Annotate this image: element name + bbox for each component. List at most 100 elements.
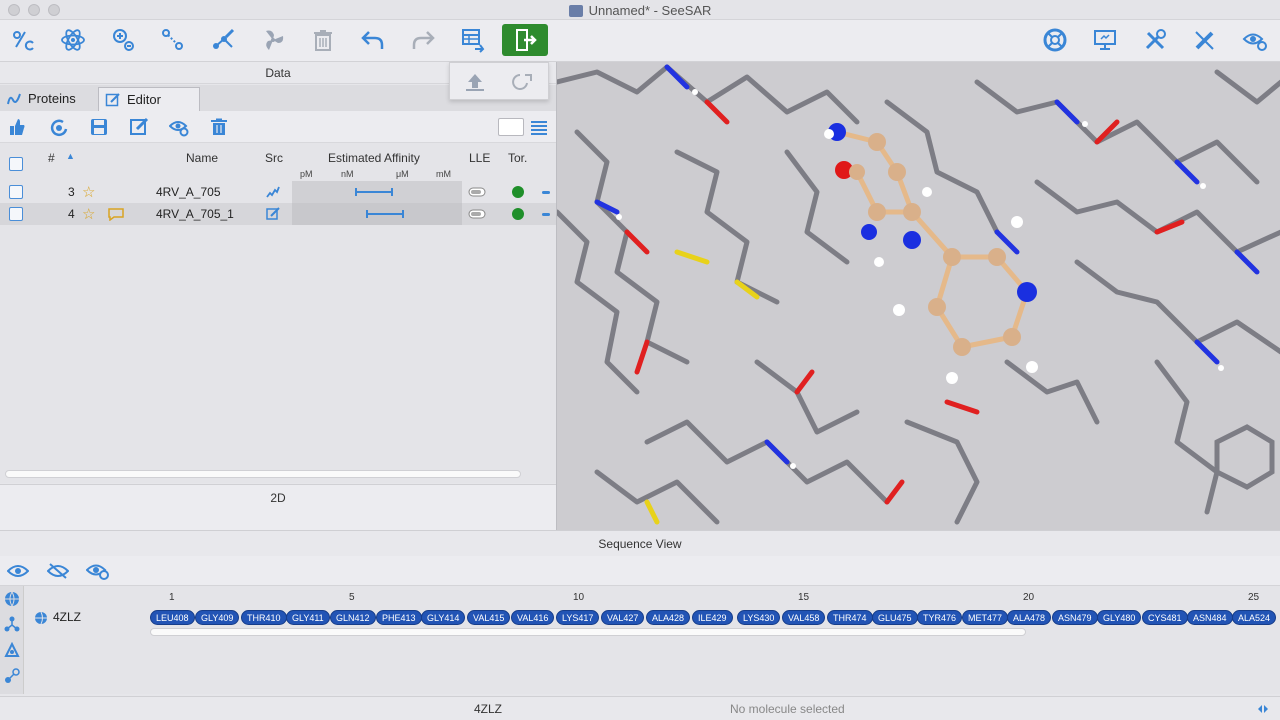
- table-row[interactable]: 3 ☆ 4RV_A_705: [0, 181, 556, 203]
- star-icon[interactable]: ☆: [82, 205, 95, 223]
- row-checkbox[interactable]: [9, 185, 23, 199]
- residue-pill[interactable]: THR410: [241, 610, 287, 625]
- residue-pill[interactable]: GLY480: [1097, 610, 1142, 625]
- edit-molecule-button[interactable]: [128, 116, 150, 138]
- redo-icon: [412, 31, 435, 49]
- column-header-affinity[interactable]: Estimated Affinity: [328, 151, 420, 165]
- chain-name[interactable]: 4ZLZ: [53, 610, 81, 624]
- molecule-edit-button[interactable]: [206, 24, 240, 56]
- row-name: 4RV_A_705_1: [156, 207, 234, 221]
- undo-button[interactable]: [356, 24, 390, 56]
- column-header-index[interactable]: #: [48, 151, 55, 165]
- residue-pill[interactable]: LYS430: [737, 610, 781, 625]
- residue-pill[interactable]: GLY411: [286, 610, 330, 625]
- residue-pill[interactable]: ALA524: [1232, 610, 1277, 625]
- tools-button[interactable]: [1138, 24, 1172, 56]
- residue-pill[interactable]: GLY414: [421, 610, 466, 625]
- delete-entry-button[interactable]: [208, 116, 230, 138]
- row-checkbox[interactable]: [9, 207, 23, 221]
- residue-pill[interactable]: VAL415: [467, 610, 511, 625]
- draw-settings-button[interactable]: [1188, 24, 1222, 56]
- status-bar: 4ZLZ No molecule selected: [0, 696, 1280, 720]
- lle-indicator-icon: [468, 209, 486, 219]
- residue-pill[interactable]: VAL427: [601, 610, 645, 625]
- residue-pill[interactable]: VAL458: [782, 610, 826, 625]
- delete-button[interactable]: [306, 24, 340, 56]
- tab-proteins[interactable]: Proteins: [0, 87, 96, 111]
- upload-icon: [466, 74, 484, 91]
- save-button[interactable]: [88, 116, 110, 138]
- lifebuoy-icon: [1043, 28, 1067, 52]
- column-header-lle[interactable]: LLE: [469, 151, 490, 165]
- residue-pill[interactable]: GLN412: [330, 610, 376, 625]
- residue-pill[interactable]: CYS481: [1142, 610, 1188, 625]
- visibility-settings-button[interactable]: [86, 560, 110, 582]
- show-all-button[interactable]: [6, 560, 30, 582]
- expand-arrows-icon[interactable]: [1257, 703, 1269, 715]
- residue-pill[interactable]: TYR476: [917, 610, 963, 625]
- ligand-view-button[interactable]: [2, 666, 22, 686]
- zoom-add-button[interactable]: [106, 24, 140, 56]
- globe-view-button[interactable]: [2, 589, 22, 609]
- presentation-button[interactable]: [1088, 24, 1122, 56]
- view-settings-button[interactable]: [1238, 24, 1272, 56]
- redo-button[interactable]: [406, 24, 440, 56]
- row-marker: [542, 213, 550, 216]
- exit-session-button[interactable]: [502, 24, 548, 56]
- residue-pill[interactable]: GLY409: [195, 610, 240, 625]
- column-header-src[interactable]: Src: [265, 151, 283, 165]
- monitor-icon: [1094, 30, 1116, 50]
- molecule-table: # ▲ Name Src Estimated Affinity pM nM μM…: [0, 143, 556, 483]
- affinity-unit: nM: [341, 169, 354, 179]
- residue-pill[interactable]: ASN484: [1187, 610, 1233, 625]
- sequence-view-header: Sequence View: [0, 530, 1280, 556]
- help-button[interactable]: [1038, 24, 1072, 56]
- residue-pill[interactable]: GLU475: [872, 610, 918, 625]
- residue-pill[interactable]: VAL416: [511, 610, 555, 625]
- pocket-view-button[interactable]: [2, 640, 22, 660]
- residue-pill[interactable]: ASN479: [1052, 610, 1098, 625]
- upload-option[interactable]: [460, 68, 490, 96]
- torsion-status-indicator: [512, 208, 524, 220]
- atom-icon: [61, 29, 85, 51]
- residue-pill[interactable]: ALA428: [646, 610, 691, 625]
- trash-icon: [314, 30, 332, 51]
- percent-calc-button[interactable]: [6, 24, 40, 56]
- residue-pill[interactable]: ILE429: [692, 610, 733, 625]
- column-header-tor[interactable]: Tor.: [508, 151, 527, 165]
- sequence-position-tick: 20: [1023, 592, 1035, 603]
- residue-pill[interactable]: LEU408: [150, 610, 195, 625]
- list-view-toggle[interactable]: [528, 116, 550, 138]
- residue-pill[interactable]: LYS417: [556, 610, 600, 625]
- globe-icon: [5, 591, 19, 607]
- residue-pill[interactable]: THR474: [827, 610, 873, 625]
- bond-tool-button[interactable]: [156, 24, 190, 56]
- table-row[interactable]: 4 ☆ 4RV_A_705_1: [0, 203, 556, 225]
- title-bar: Unnamed* - SeeSAR: [0, 0, 1280, 20]
- plus-minus-icon: [113, 29, 134, 51]
- tab-editor[interactable]: Editor: [98, 87, 200, 111]
- atom-mode-button[interactable]: [56, 24, 90, 56]
- molecule-3d-viewport[interactable]: [556, 62, 1280, 530]
- export-molecule-option[interactable]: [508, 68, 538, 96]
- comment-icon[interactable]: [108, 208, 124, 221]
- chain-view-button[interactable]: [2, 614, 22, 634]
- view-settings-button[interactable]: [168, 116, 190, 138]
- table-export-button[interactable]: [456, 24, 490, 56]
- hide-all-button[interactable]: [46, 560, 70, 582]
- select-all-checkbox[interactable]: [9, 157, 23, 171]
- sequence-horizontal-scrollbar[interactable]: [150, 628, 1026, 636]
- fragment-button[interactable]: [256, 24, 290, 56]
- star-icon[interactable]: ☆: [82, 183, 95, 201]
- two-d-panel: 2D: [0, 484, 556, 530]
- pocket-icon: [4, 642, 20, 657]
- table-horizontal-scrollbar[interactable]: [5, 470, 521, 478]
- column-header-name[interactable]: Name: [186, 151, 218, 165]
- residue-pill[interactable]: MET477: [962, 610, 1009, 625]
- thumbs-up-button[interactable]: [6, 116, 28, 138]
- residue-pill[interactable]: PHE413: [376, 610, 422, 625]
- import-button[interactable]: [48, 116, 70, 138]
- card-view-toggle[interactable]: [498, 118, 524, 136]
- status-selection: No molecule selected: [730, 702, 845, 716]
- residue-pill[interactable]: ALA478: [1007, 610, 1052, 625]
